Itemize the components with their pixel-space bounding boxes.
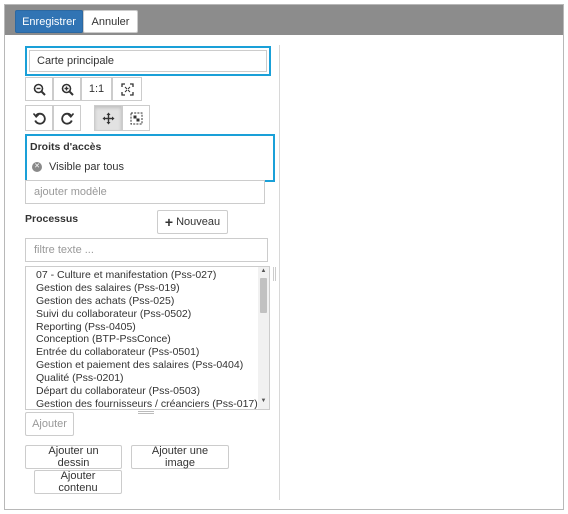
access-rights-title: Droits d'accès	[30, 141, 102, 153]
access-rights-section: Droits d'accès ✕ Visible par tous	[25, 134, 275, 182]
panel-resize-grip[interactable]	[273, 267, 276, 281]
processes-title: Processus	[25, 213, 79, 225]
undo-button[interactable]	[25, 105, 53, 131]
add-model-input[interactable]	[25, 180, 265, 204]
process-list-item[interactable]: Gestion des achats (Pss-025)	[36, 295, 254, 308]
fit-screen-icon	[120, 82, 134, 96]
cancel-button[interactable]: Annuler	[83, 10, 138, 33]
zoom-in-button[interactable]	[53, 77, 81, 101]
access-tag: ✕ Visible par tous	[32, 161, 124, 173]
redo-button[interactable]	[53, 105, 81, 131]
scroll-thumb[interactable]	[260, 278, 267, 313]
process-list-item[interactable]: Qualité (Pss-0201)	[36, 372, 254, 385]
zoom-reset-label: 1:1	[88, 83, 105, 95]
move-icon	[102, 112, 115, 125]
redo-icon	[60, 112, 74, 125]
process-list: 07 - Culture et manifestation (Pss-027) G…	[36, 269, 258, 409]
process-list-item[interactable]: 07 - Culture et manifestation (Pss-027)	[36, 269, 254, 282]
select-tool-button[interactable]	[122, 105, 150, 131]
process-list-item[interactable]: Conception (BTP-PssConce)	[36, 333, 254, 346]
add-process-button[interactable]: Ajouter	[25, 412, 74, 436]
process-list-item[interactable]: Gestion des salaires (Pss-019)	[36, 282, 254, 295]
process-list-item[interactable]: Gestion et paiement des salaires (Pss-04…	[36, 359, 254, 372]
move-tool-button[interactable]	[94, 105, 122, 131]
save-button[interactable]: Enregistrer	[15, 10, 83, 33]
remove-tag-icon[interactable]: ✕	[32, 162, 42, 172]
process-list-item[interactable]: Gestion des fournisseurs / créanciers (P…	[36, 398, 258, 409]
process-list-item[interactable]: Départ du collaborateur (Pss-0503)	[36, 385, 254, 398]
process-list-item[interactable]: Reporting (Pss-0405)	[36, 321, 254, 334]
zoom-in-icon	[61, 83, 74, 96]
add-drawing-button[interactable]: Ajouter un dessin	[25, 445, 122, 469]
process-list-item[interactable]: Suivi du collaborateur (Pss-0502)	[36, 308, 254, 321]
new-process-label: Nouveau	[176, 216, 221, 228]
map-name-input[interactable]	[29, 50, 267, 72]
fit-to-screen-button[interactable]	[112, 77, 142, 101]
add-content-button[interactable]: Ajouter contenu	[34, 470, 122, 494]
selection-icon	[130, 112, 143, 125]
process-listbox[interactable]: 07 - Culture et manifestation (Pss-027) G…	[25, 266, 270, 410]
access-tag-label: Visible par tous	[49, 161, 125, 173]
zoom-out-icon	[33, 83, 46, 96]
panel-divider	[279, 45, 280, 500]
process-list-item[interactable]: Entrée du collaborateur (Pss-0501)	[36, 346, 254, 359]
editor-window: Enregistrer Annuler 1:1	[4, 4, 564, 510]
process-filter-input[interactable]	[25, 238, 268, 262]
new-process-button[interactable]: + Nouveau	[157, 210, 228, 234]
zoom-reset-button[interactable]: 1:1	[81, 77, 112, 101]
plus-icon: +	[164, 214, 174, 230]
scroll-down-icon[interactable]: ▼	[258, 398, 269, 408]
zoom-out-button[interactable]	[25, 77, 53, 101]
scroll-up-icon[interactable]: ▲	[258, 268, 269, 278]
list-resize-grip[interactable]	[138, 411, 154, 414]
add-image-button[interactable]: Ajouter une image	[131, 445, 229, 469]
list-scrollbar[interactable]: ▲ ▼	[258, 267, 269, 409]
top-toolbar: Enregistrer Annuler	[5, 5, 563, 35]
map-name-field-wrapper	[25, 46, 271, 76]
undo-icon	[32, 112, 46, 125]
